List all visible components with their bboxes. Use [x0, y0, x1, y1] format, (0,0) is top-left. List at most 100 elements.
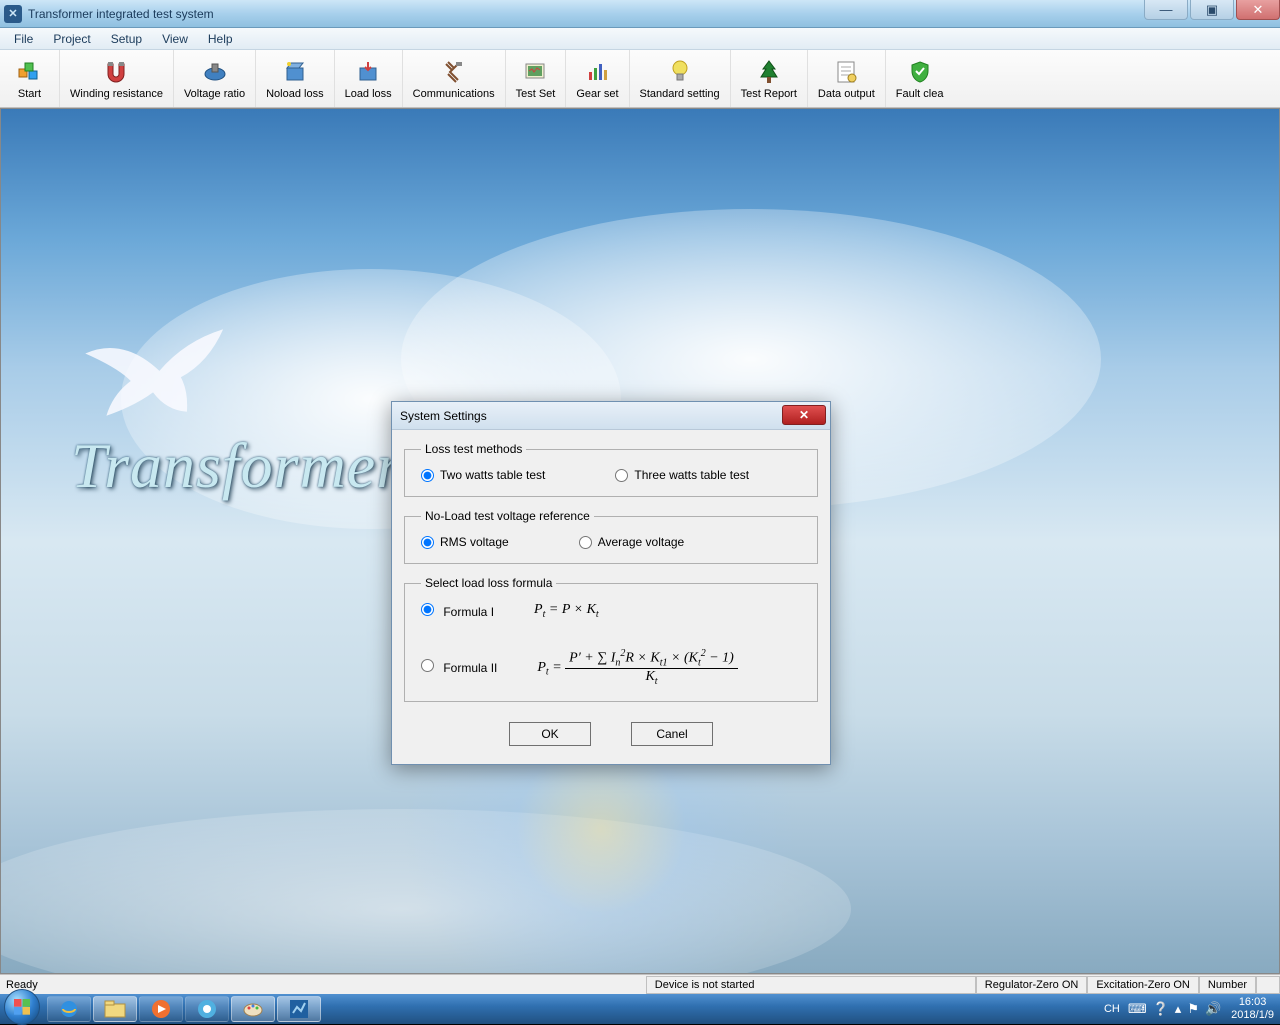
menu-project[interactable]: Project: [43, 30, 100, 48]
status-bar: Ready Device is not started Regulator-Ze…: [0, 974, 1280, 994]
tool-load-loss[interactable]: Load loss: [335, 50, 403, 107]
system-settings-dialog: System Settings ✕ Loss test methods Two …: [391, 401, 831, 765]
radio-label: Formula I: [443, 605, 494, 619]
tray-chevron-icon[interactable]: ▴: [1175, 1001, 1182, 1017]
bulb-icon: [666, 58, 694, 86]
status-excitation: Excitation-Zero ON: [1087, 976, 1199, 994]
hammer-icon: [440, 58, 468, 86]
radio-label: Formula II: [443, 661, 497, 675]
tray-help-icon[interactable]: ❔: [1153, 1001, 1169, 1017]
tool-label: Data output: [818, 88, 875, 100]
radio-formula-2[interactable]: Formula II: [421, 659, 497, 675]
tool-start[interactable]: Start: [0, 50, 60, 107]
tool-winding-resistance[interactable]: Winding resistance: [60, 50, 174, 107]
radio-label: Two watts table test: [440, 468, 545, 482]
system-tray: CH ⌨ ❔ ▴ ⚑ 🔊 16:03 2018/1/9: [1098, 994, 1280, 1024]
menu-file[interactable]: File: [4, 30, 43, 48]
tool-noload-loss[interactable]: Noload loss: [256, 50, 334, 107]
group-legend: Loss test methods: [421, 442, 526, 456]
radio-label: Three watts table test: [634, 468, 749, 482]
radio-average-voltage[interactable]: Average voltage: [579, 535, 685, 549]
tool-label: Load loss: [345, 88, 392, 100]
radio-input[interactable]: [579, 536, 592, 549]
radio-label: Average voltage: [598, 535, 685, 549]
dialog-titlebar[interactable]: System Settings ✕: [392, 402, 830, 430]
start-button[interactable]: [4, 989, 40, 1025]
tool-label: Gear set: [576, 88, 618, 100]
group-loss-test-methods: Loss test methods Two watts table test T…: [404, 442, 818, 497]
minimize-button[interactable]: —: [1144, 0, 1188, 20]
magnet-icon: [102, 58, 130, 86]
ok-button[interactable]: OK: [509, 722, 591, 746]
window-title: Transformer integrated test system: [28, 7, 214, 21]
taskbar-explorer[interactable]: [93, 996, 137, 1022]
cancel-button[interactable]: Canel: [631, 722, 713, 746]
tool-gear-set[interactable]: Gear set: [566, 50, 629, 107]
taskbar-app[interactable]: [277, 996, 321, 1022]
radio-formula-1[interactable]: Formula I: [421, 603, 494, 619]
menu-bar: File Project Setup View Help: [0, 28, 1280, 50]
main-canvas: Transformer test system System Settings …: [0, 108, 1280, 974]
clock-date: 2018/1/9: [1231, 1009, 1274, 1022]
tool-label: Test Report: [741, 88, 797, 100]
status-number-value: [1256, 976, 1280, 994]
tray-speaker-icon[interactable]: 🔊: [1205, 1001, 1221, 1017]
menu-help[interactable]: Help: [198, 30, 243, 48]
radio-two-watts[interactable]: Two watts table test: [421, 468, 545, 482]
monitor-icon: [521, 58, 549, 86]
motor-icon: [201, 58, 229, 86]
tool-label: Fault clea: [896, 88, 944, 100]
tree-icon: [755, 58, 783, 86]
taskbar-clock[interactable]: 16:03 2018/1/9: [1231, 996, 1274, 1022]
tool-test-set[interactable]: Test Set: [506, 50, 567, 107]
formula-2-display: Pt = P′ + ∑ In2R × Kt1 × (Kt2 − 1) Kt: [537, 648, 737, 687]
taskbar-media[interactable]: [139, 996, 183, 1022]
group-noload-voltage-ref: No-Load test voltage reference RMS volta…: [404, 509, 818, 564]
dialog-title: System Settings: [400, 409, 487, 423]
tool-test-report[interactable]: Test Report: [731, 50, 808, 107]
radio-label: RMS voltage: [440, 535, 509, 549]
tray-flag-icon[interactable]: ⚑: [1187, 1001, 1199, 1017]
radio-three-watts[interactable]: Three watts table test: [615, 468, 749, 482]
tool-label: Start: [18, 88, 41, 100]
status-regulator: Regulator-Zero ON: [976, 976, 1088, 994]
tool-fault-clear[interactable]: Fault clea: [886, 50, 954, 107]
box-open-icon: [281, 58, 309, 86]
tool-standard-setting[interactable]: Standard setting: [630, 50, 731, 107]
radio-rms-voltage[interactable]: RMS voltage: [421, 535, 509, 549]
tool-label: Communications: [413, 88, 495, 100]
maximize-button[interactable]: ▣: [1190, 0, 1234, 20]
shield-icon: [906, 58, 934, 86]
chart-icon: [583, 58, 611, 86]
status-device: Device is not started: [646, 976, 976, 994]
app-icon: ✕: [4, 5, 22, 23]
tool-communications[interactable]: Communications: [403, 50, 506, 107]
group-legend: Select load loss formula: [421, 576, 556, 590]
tool-label: Noload loss: [266, 88, 323, 100]
tool-label: Test Set: [516, 88, 556, 100]
close-button[interactable]: ✕: [1236, 0, 1280, 20]
paper-icon: [832, 58, 860, 86]
menu-view[interactable]: View: [152, 30, 198, 48]
menu-setup[interactable]: Setup: [101, 30, 152, 48]
radio-input[interactable]: [615, 469, 628, 482]
tool-label: Voltage ratio: [184, 88, 245, 100]
dialog-close-button[interactable]: ✕: [782, 405, 826, 425]
tool-voltage-ratio[interactable]: Voltage ratio: [174, 50, 256, 107]
taskbar: CH ⌨ ❔ ▴ ⚑ 🔊 16:03 2018/1/9: [0, 994, 1280, 1024]
radio-input[interactable]: [421, 536, 434, 549]
radio-input[interactable]: [421, 603, 434, 616]
tool-data-output[interactable]: Data output: [808, 50, 886, 107]
group-legend: No-Load test voltage reference: [421, 509, 594, 523]
taskbar-paint[interactable]: [231, 996, 275, 1022]
ime-indicator[interactable]: CH: [1104, 1003, 1120, 1015]
radio-input[interactable]: [421, 659, 434, 672]
box-arrow-icon: [354, 58, 382, 86]
tool-label: Standard setting: [640, 88, 720, 100]
radio-input[interactable]: [421, 469, 434, 482]
taskbar-ie[interactable]: [47, 996, 91, 1022]
formula-1-display: Pt = P × Kt: [534, 602, 599, 620]
taskbar-browser[interactable]: [185, 996, 229, 1022]
tray-keyboard-icon[interactable]: ⌨: [1128, 1001, 1147, 1017]
group-load-loss-formula: Select load loss formula Formula I Pt = …: [404, 576, 818, 702]
